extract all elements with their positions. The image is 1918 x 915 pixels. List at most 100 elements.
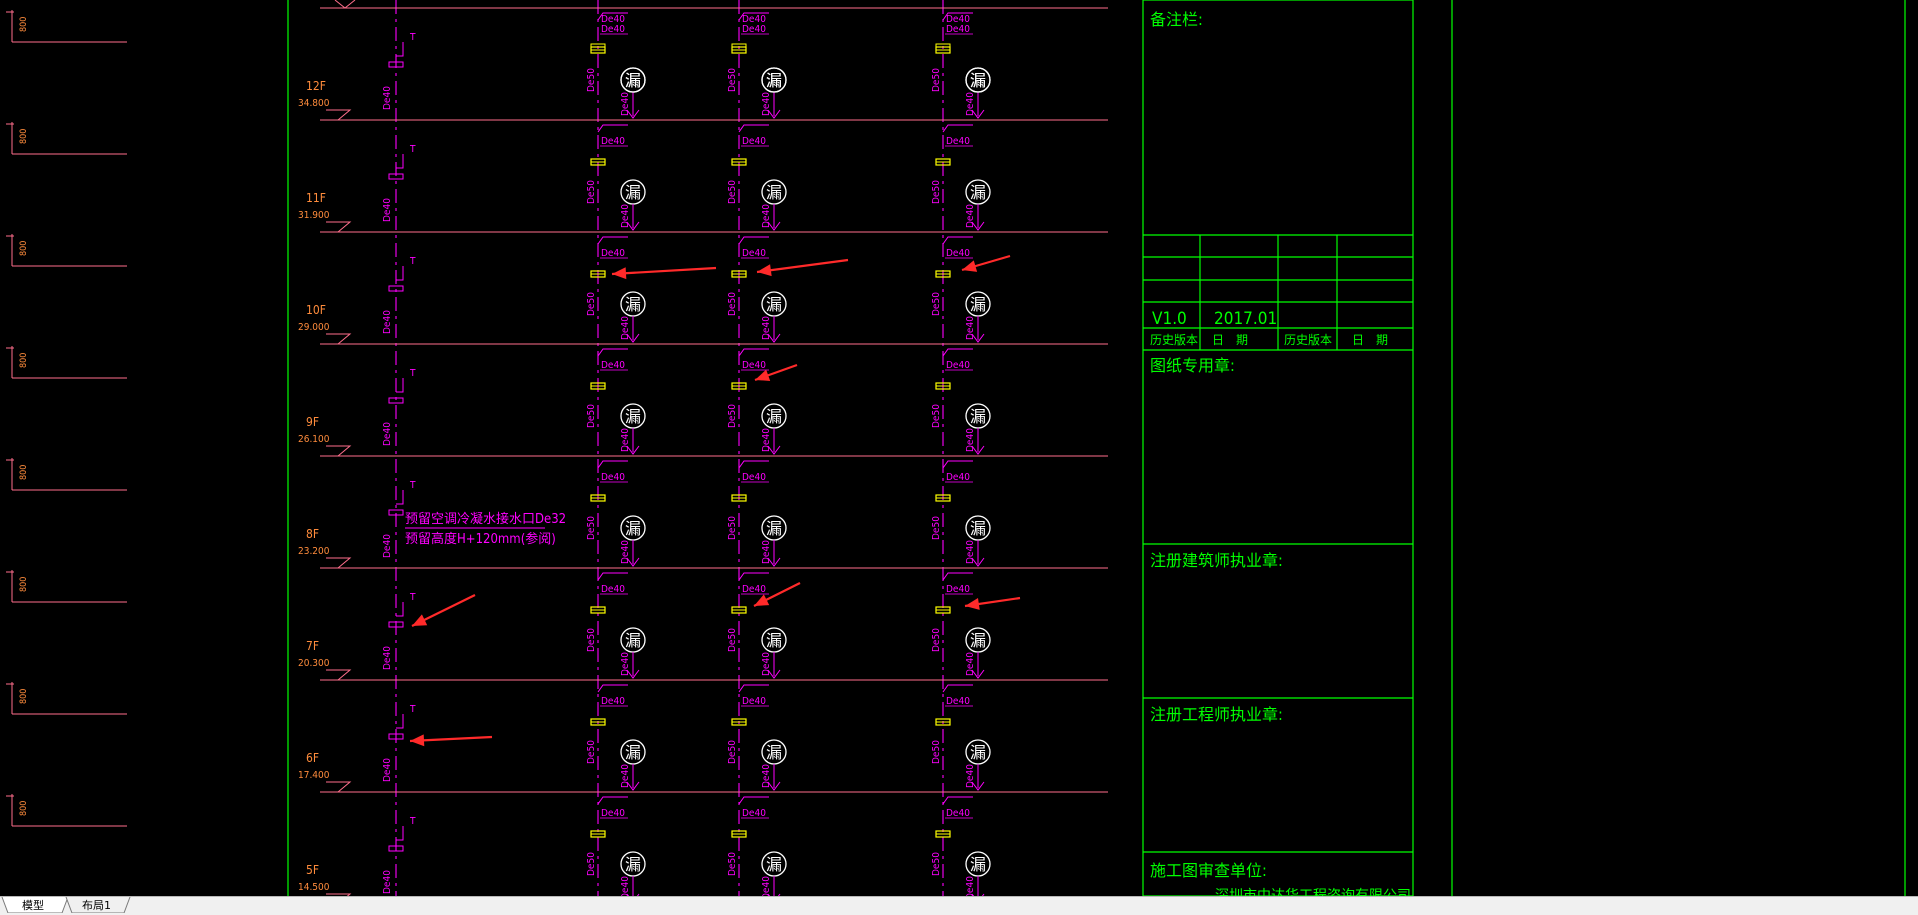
floor-name: 12F [306, 79, 326, 93]
pipe-label-side: De50 [586, 180, 597, 204]
cad-drawing[interactable]: 备注栏: V1.0 2017.01 历史版本 日 期 历史版本 日 期 图纸专用… [0, 0, 1918, 896]
pipe-label-side: De50 [586, 68, 597, 92]
floor-name: 10F [306, 303, 326, 317]
note-line-2: 预留高度H+120mm(参阅) [405, 531, 556, 547]
pipe-label-side-right: De40 [761, 204, 772, 228]
leak-symbol-text: 漏 [970, 519, 986, 538]
floor-name: 9F [306, 415, 319, 429]
branch-line [942, 236, 973, 245]
pipe-stack-2: 漏 De40 De50 De40 [727, 460, 787, 567]
floor-elevation: 20.300 [298, 658, 330, 669]
branch-line [597, 460, 628, 469]
architect-seal-label: 注册建筑师执业章: [1150, 551, 1283, 570]
pipe-label-side: De50 [586, 852, 597, 876]
pipe-stack-1: 漏 De40 De50 De40 [586, 684, 646, 791]
pipe-stack-3: 漏 De40 De50 De40 [931, 124, 991, 231]
pipe-label-upper: De40 [946, 248, 970, 259]
pipe-label-side: De50 [931, 628, 942, 652]
pipe-label-upper: De40 [601, 696, 625, 707]
date-value: 2017.01 [1214, 309, 1277, 329]
pipe-label-upper: De40 [601, 136, 625, 147]
pipe-label-side: De50 [586, 740, 597, 764]
pipe-label-side-right: De40 [965, 204, 976, 228]
leak-symbol-text: 漏 [970, 183, 986, 202]
pipe-label-upper: De40 [601, 248, 625, 259]
pipe-label-upper: De40 [742, 472, 766, 483]
pipe-label-side: De50 [931, 852, 942, 876]
branch-line [738, 348, 769, 357]
pipe-stack-2: 漏 De40 De50 De40 [727, 572, 787, 679]
branch-line [597, 348, 628, 357]
note-line-1: 预留空调冷凝水接水口De32 [405, 511, 566, 527]
annotation-arrow [411, 594, 476, 627]
tab-model[interactable]: 模型 [10, 898, 56, 913]
pipe-label-upper: De40 [946, 808, 970, 819]
pipe-label-side-right: De40 [620, 316, 631, 340]
pipe-label-side-right: De40 [761, 764, 772, 788]
pipe-stack-3: 漏 De40 De50 De40 [931, 236, 991, 343]
dimension-text: 800 [19, 129, 29, 144]
pipe-label-upper: De40 [946, 14, 970, 25]
history-header-1: 历史版本 [1150, 333, 1198, 347]
leak-symbol-text: 漏 [766, 295, 782, 314]
pipe-stack-1: 漏 De40 De50 De40 [586, 796, 646, 896]
annotation-arrow-shaft [611, 266, 717, 276]
pipe-label-side-right: De40 [620, 764, 631, 788]
dimension-text: 800 [19, 801, 29, 816]
riser-branch [396, 714, 404, 729]
pipe-stack-2: 漏 De40 De50 De40 [727, 12, 787, 119]
pipe-stack-2: 漏 De40 De50 De40 [727, 124, 787, 231]
pipe-label-side: De50 [586, 404, 597, 428]
branch-line [942, 796, 973, 805]
riser-marker: T [409, 592, 416, 603]
pipe-label-side-right: De40 [965, 764, 976, 788]
leak-symbol-text: 漏 [625, 407, 641, 426]
pipe-label-upper: De40 [742, 14, 766, 25]
drawing-canvas[interactable]: 备注栏: V1.0 2017.01 历史版本 日 期 历史版本 日 期 图纸专用… [0, 0, 1918, 896]
level-marker [326, 221, 352, 233]
level-marker [326, 557, 352, 569]
annotation-arrow [964, 596, 1021, 610]
pipe-label-side-right: De40 [620, 540, 631, 564]
pipe-label-side-right: De40 [620, 204, 631, 228]
floor-elevation: 17.400 [298, 770, 330, 781]
pipe-label-upper: De40 [601, 584, 625, 595]
level-marker [326, 445, 352, 457]
pipe-label-upper: De40 [601, 24, 625, 35]
branch-line [738, 684, 769, 693]
floor-elevation: 34.800 [298, 98, 330, 109]
leak-symbol-text: 漏 [766, 519, 782, 538]
branch-line [597, 236, 628, 245]
branch-line [942, 684, 973, 693]
pipe-label-side: De50 [931, 516, 942, 540]
leak-symbol-text: 漏 [625, 855, 641, 874]
riser-branch [396, 602, 404, 617]
pipe-label-side-right: De40 [965, 876, 976, 896]
pipe-label-side: De50 [727, 852, 738, 876]
leak-symbol-text: 漏 [766, 855, 782, 874]
pipe-label-upper: De40 [742, 360, 766, 371]
riser-branch [396, 378, 404, 393]
leak-symbol-text: 漏 [625, 183, 641, 202]
riser-marker: T [409, 144, 416, 155]
level-marker [326, 333, 352, 345]
pipe-stack-3: 漏 De40 De50 De40 [931, 348, 991, 455]
branch-line [597, 124, 628, 133]
pipe-label-side-right: De40 [761, 92, 772, 116]
tab-layout1[interactable]: 布局1 [70, 898, 123, 913]
layout-tab-bar: 模型 布局1 [0, 896, 1918, 915]
pipe-label-side-right: De40 [965, 316, 976, 340]
branch-line [738, 460, 769, 469]
title-block [1142, 0, 1414, 896]
riser-pipe-label: De40 [382, 422, 393, 446]
leak-symbol-text: 漏 [766, 71, 782, 90]
pipe-label-side: De50 [727, 292, 738, 316]
riser-branch [396, 490, 404, 505]
pipe-stack-1: 漏 De40 De50 De40 [586, 460, 646, 567]
pipe-stack-1: 漏 De40 De50 De40 [586, 236, 646, 343]
seal-label: 图纸专用章: [1150, 356, 1235, 375]
pipe-stack-3: 漏 De40 De50 De40 [931, 684, 991, 791]
dimension-text: 800 [19, 689, 29, 704]
riser-branch [396, 154, 404, 169]
riser-branch [396, 826, 404, 841]
